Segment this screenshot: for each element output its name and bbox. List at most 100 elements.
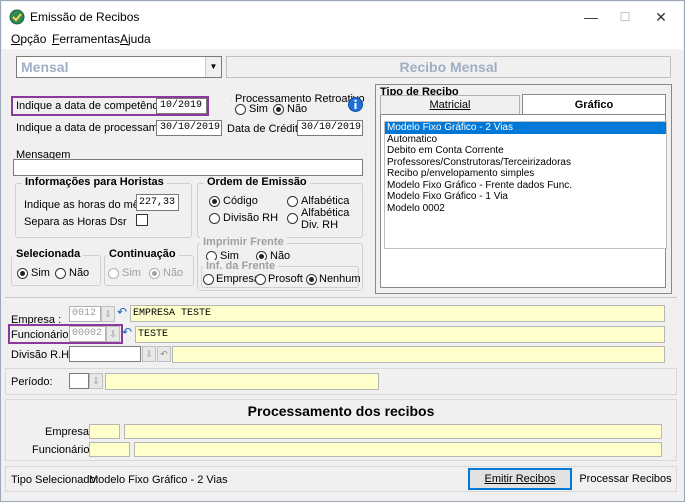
retroativo-sim-label: Sim (249, 103, 268, 115)
continuacao-sim-radio[interactable] (108, 268, 119, 279)
undo-icon[interactable]: ↶ (122, 325, 132, 339)
continuacao-title: Continuação (106, 248, 179, 260)
processamento-input[interactable]: 30/10/2019 (156, 120, 222, 136)
tab-grafico[interactable]: Gráfico (522, 94, 666, 115)
list-item[interactable]: Debito em Conta Corrente (385, 145, 666, 157)
periodo-name-field (105, 373, 379, 390)
processar-recibos-button[interactable]: Processar Recibos (578, 468, 673, 490)
list-item[interactable]: Modelo Fixo Gráfico - 1 Via (385, 191, 666, 203)
horistas-title: Informações para Horistas (22, 176, 167, 188)
menu-ajuda-key: A (120, 32, 129, 46)
app-icon (9, 9, 25, 25)
list-item[interactable]: Modelo Fixo Gráfico - Frente dados Func. (385, 180, 666, 192)
continuacao-sim-label: Sim (122, 267, 141, 279)
menu-ajuda-label: juda (128, 32, 151, 46)
list-item[interactable]: Professores/Construtoras/Terceirizadoras (385, 157, 666, 169)
inf-empresa-label: Empresa (216, 273, 261, 285)
minimize-button[interactable]: — (573, 6, 609, 28)
recibo-list[interactable]: Modelo Fixo Gráfico - 2 Vias Automatico … (384, 121, 667, 249)
close-button[interactable]: ✕ (643, 6, 679, 28)
ordem-alfa-div-line1: Alfabética (301, 207, 350, 219)
competencia-input[interactable]: 10/2019 (156, 98, 207, 114)
inf-prosoft-radio[interactable] (255, 274, 266, 285)
menu-opcao[interactable]: Opção (11, 32, 46, 46)
list-item[interactable]: Recibo p/envelopamento simples (385, 168, 666, 180)
ordem-divisao-radio[interactable] (209, 213, 220, 224)
menu-opcao-key: O (11, 32, 21, 46)
divisao-code-input[interactable] (69, 346, 141, 362)
selecionada-sim-label: Sim (31, 267, 50, 279)
ordem-divisao-label: Divisão RH (223, 212, 279, 224)
continuacao-nao-label: Não (163, 267, 184, 279)
imprimir-frente-title: Imprimir Frente (200, 236, 287, 248)
ordem-alfabetica-radio[interactable] (287, 196, 298, 207)
download-arrow-icon[interactable]: ⇩ (101, 306, 115, 322)
emitir-recibos-label: Emitir Recibos (484, 473, 556, 485)
horas-input[interactable]: 227,33 (136, 194, 179, 211)
inf-nenhum-label: Nenhum (319, 273, 361, 285)
empresa-code-input[interactable]: 0012 (69, 306, 101, 322)
periodo-code-input[interactable] (69, 373, 89, 389)
inf-prosoft-label: Prosoft (268, 273, 303, 285)
retroativo-nao-radio[interactable] (273, 104, 284, 115)
divisao-name-field (172, 346, 665, 363)
ordem-codigo-label: Código (223, 195, 258, 207)
processamento-title: Processamento dos recibos (247, 403, 435, 419)
download-arrow-icon[interactable]: ⇩ (89, 373, 103, 389)
inf-empresa-radio[interactable] (203, 274, 214, 285)
selecionada-title: Selecionada (13, 248, 84, 260)
mensagem-input[interactable] (13, 159, 363, 176)
retroativo-nao-label: Não (287, 103, 308, 115)
list-item[interactable]: Automatico (385, 134, 666, 146)
funcionario-name-field: TESTE (135, 326, 665, 343)
proc-funcionario-code (89, 442, 130, 457)
selecionada-nao-radio[interactable] (55, 268, 66, 279)
proc-empresa-label: Empresa: (45, 426, 93, 438)
ordem-alfa-div-label: Alfabética Div. RH (301, 207, 349, 231)
dsr-checkbox[interactable] (136, 214, 148, 226)
info-icon[interactable] (348, 97, 363, 112)
menu-ajuda[interactable]: Ajuda (120, 32, 151, 46)
chevron-down-icon[interactable]: ▼ (205, 57, 221, 77)
tab-matricial-label: Matricial (429, 99, 471, 111)
proc-empresa-name (124, 424, 662, 439)
empresa-name-field: EMPRESA TESTE (130, 305, 665, 322)
dsr-label: Separa as Horas Dsr (24, 216, 127, 228)
download-arrow-icon[interactable]: ⇩ (106, 326, 120, 342)
recibo-banner: Recibo Mensal (226, 56, 671, 78)
ordem-alfa-div-line2: Div. RH (301, 219, 339, 231)
inf-nenhum-radio[interactable] (306, 274, 317, 285)
menu-ferramentas-label: erramentas (59, 32, 121, 46)
processamento-label: Indique a data de processamento (16, 122, 180, 134)
ordem-alfa-div-radio[interactable] (287, 213, 298, 224)
horas-label: Indique as horas do mês (24, 199, 145, 211)
undo-icon[interactable]: ↶ (157, 346, 171, 362)
tipo-select[interactable]: Mensal ▼ (16, 56, 222, 78)
funcionario-code-input[interactable]: 00002 (69, 326, 106, 342)
menu-bar: Opção Ferramentas Ajuda (2, 30, 683, 49)
tab-grafico-label: Gráfico (574, 99, 614, 111)
menu-ferramentas[interactable]: Ferramentas (52, 32, 120, 46)
retroativo-sim-radio[interactable] (235, 104, 246, 115)
main-window: Emissão de Recibos — ☐ ✕ Opção Ferrament… (0, 0, 685, 502)
emitir-recibos-button[interactable]: Emitir Recibos (468, 468, 572, 490)
periodo-label: Período: (11, 376, 53, 388)
divisao-label: Divisão R.H.: (11, 349, 76, 361)
menu-opcao-label: pção (20, 32, 47, 46)
list-item[interactable]: Modelo Fixo Gráfico - 2 Vias (385, 122, 666, 134)
funcionario-label: Funcionário : (11, 329, 75, 341)
ordem-codigo-radio[interactable] (209, 196, 220, 207)
credito-input[interactable]: 30/10/2019 (297, 120, 363, 136)
continuacao-nao-radio[interactable] (149, 268, 160, 279)
inf-frente-title: Inf. da Frente (203, 260, 279, 272)
tab-matricial[interactable]: Matricial (380, 95, 520, 114)
maximize-button[interactable]: ☐ (607, 6, 643, 28)
proc-funcionario-name (134, 442, 662, 457)
download-arrow-icon[interactable]: ⇩ (142, 346, 156, 362)
tipo-recibo-panel: Tipo de Recibo Matricial Gráfico Modelo … (375, 84, 672, 294)
list-item[interactable]: Modelo 0002 (385, 203, 666, 215)
credito-label: Data de Crédito (227, 123, 305, 135)
selecionada-sim-radio[interactable] (17, 268, 28, 279)
proc-funcionario-label: Funcionário: (32, 444, 93, 456)
undo-icon[interactable]: ↶ (117, 305, 127, 319)
